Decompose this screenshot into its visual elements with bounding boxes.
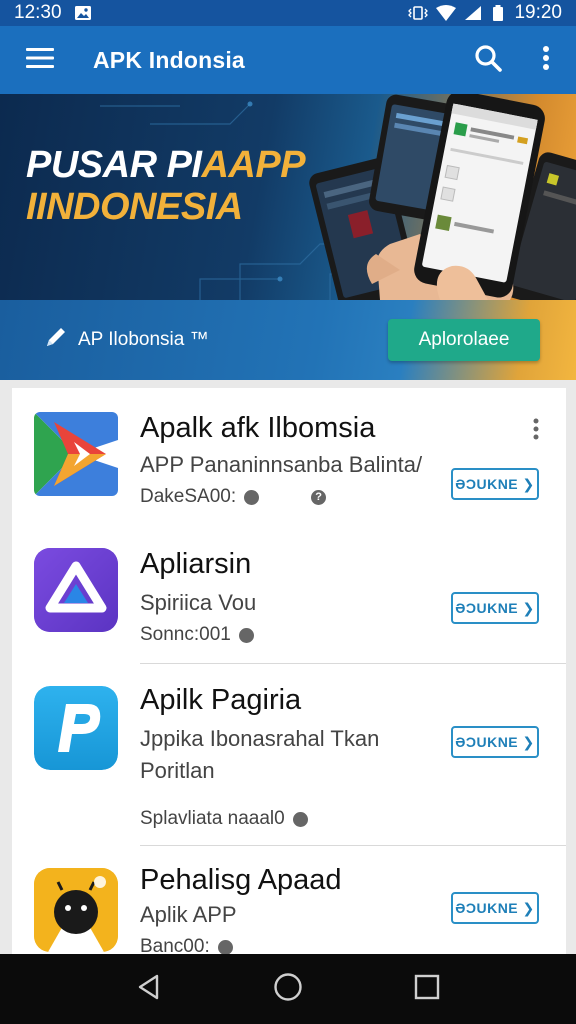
signal-icon	[464, 5, 482, 21]
status-bar: 12:30 19:20	[0, 0, 576, 26]
list-item[interactable]: Apalk afk Ilbomsia APP Pananinnsanba Bal…	[12, 388, 566, 530]
download-button[interactable]: ƏƆUKNE ❯	[451, 726, 539, 758]
hero-banner[interactable]: PUSAR PIAAPP IINDONESIA	[0, 94, 576, 300]
app-meta-text: Banc00:	[140, 936, 210, 954]
home-button[interactable]	[258, 959, 318, 1019]
promo-action-button[interactable]: Aplorolaee	[388, 319, 540, 361]
app-name: Apliarsin	[140, 548, 252, 580]
list-item[interactable]: Pehalisg Apaad Aplik APP Banc00: ƏƆUKNE …	[12, 846, 566, 954]
promo-strip: AP Ilobonsia ™ Aplorolaee	[0, 300, 576, 380]
more-vert-icon	[533, 418, 539, 445]
app-name: Apalk afk Ilbomsia	[140, 412, 376, 444]
app-title: APK Indonsia	[93, 46, 245, 73]
menu-button[interactable]	[0, 26, 80, 94]
system-nav-bar	[0, 954, 576, 1024]
location-pin-icon	[217, 939, 233, 954]
app-name: Pehalisg Apaad	[140, 864, 342, 896]
app-meta: Sonnc:001	[140, 624, 254, 646]
download-button[interactable]: ƏƆUKNE ❯	[451, 592, 539, 624]
status-time-right: 19:20	[514, 2, 562, 23]
more-vert-icon	[542, 45, 550, 76]
phones-illustration	[309, 94, 576, 300]
menu-icon	[26, 47, 54, 74]
vibrate-icon	[408, 5, 429, 21]
recents-button[interactable]	[397, 959, 457, 1019]
battery-icon	[492, 5, 504, 21]
promo-label-group[interactable]: AP Ilobonsia ™	[44, 325, 209, 355]
item-overflow-button[interactable]	[524, 416, 548, 446]
home-icon	[273, 972, 303, 1007]
app-meta-text: Splavliata naaal0	[140, 808, 285, 829]
list-item[interactable]: Apliarsin Spiriica Vou Sonnc:001 ƏƆUKNE …	[12, 530, 566, 664]
download-button[interactable]: ƏƆUKNE ❯	[451, 468, 539, 500]
edit-icon	[44, 325, 68, 355]
download-button[interactable]: ƏƆUKNE ❯	[451, 892, 539, 924]
promo-label: AP Ilobonsia ™	[78, 329, 209, 350]
app-meta-text: Sonnc:001	[140, 624, 231, 645]
location-pin-icon	[292, 811, 308, 827]
app-icon-drive	[34, 548, 118, 632]
location-pin-icon	[244, 489, 260, 505]
app-name: Apilk Pagiria	[140, 684, 302, 716]
list-item[interactable]: Apilk Pagiria Jppika Ibonasrahal Tkan Po…	[12, 664, 566, 846]
help-icon: ?	[311, 489, 327, 505]
wifi-icon	[436, 5, 457, 21]
location-pin-icon	[238, 627, 254, 643]
back-icon	[135, 973, 163, 1006]
app-icon-android	[34, 868, 118, 952]
app-description-line2: Poritlan	[140, 758, 215, 783]
app-description: APP Pananinnsanba Balinta/	[140, 452, 423, 477]
image-notification-icon	[74, 5, 92, 21]
app-description: Spiriica Vou	[140, 590, 257, 615]
app-icon-play	[34, 412, 118, 496]
app-description: Aplik APP	[140, 902, 237, 927]
app-bar: APK Indonsia	[0, 26, 576, 94]
search-icon	[474, 44, 502, 77]
recents-icon	[414, 974, 440, 1005]
search-button[interactable]	[460, 26, 516, 94]
app-list-container: Apalk afk Ilbomsia APP Pananinnsanba Bal…	[0, 380, 576, 954]
app-description: Jppika Ibonasrahal Tkan	[140, 726, 380, 751]
app-meta-text: DakeSA00:	[140, 486, 237, 507]
back-button[interactable]	[119, 959, 179, 1019]
app-icon-p	[34, 686, 118, 770]
app-meta: Banc00:	[140, 936, 233, 954]
app-meta: Splavliata naaal0	[140, 808, 308, 830]
app-list: Apalk afk Ilbomsia APP Pananinnsanba Bal…	[12, 388, 566, 954]
status-time-left: 12:30	[14, 2, 62, 23]
overflow-menu-button[interactable]	[516, 26, 576, 94]
app-meta: DakeSA00: ?	[140, 486, 327, 508]
